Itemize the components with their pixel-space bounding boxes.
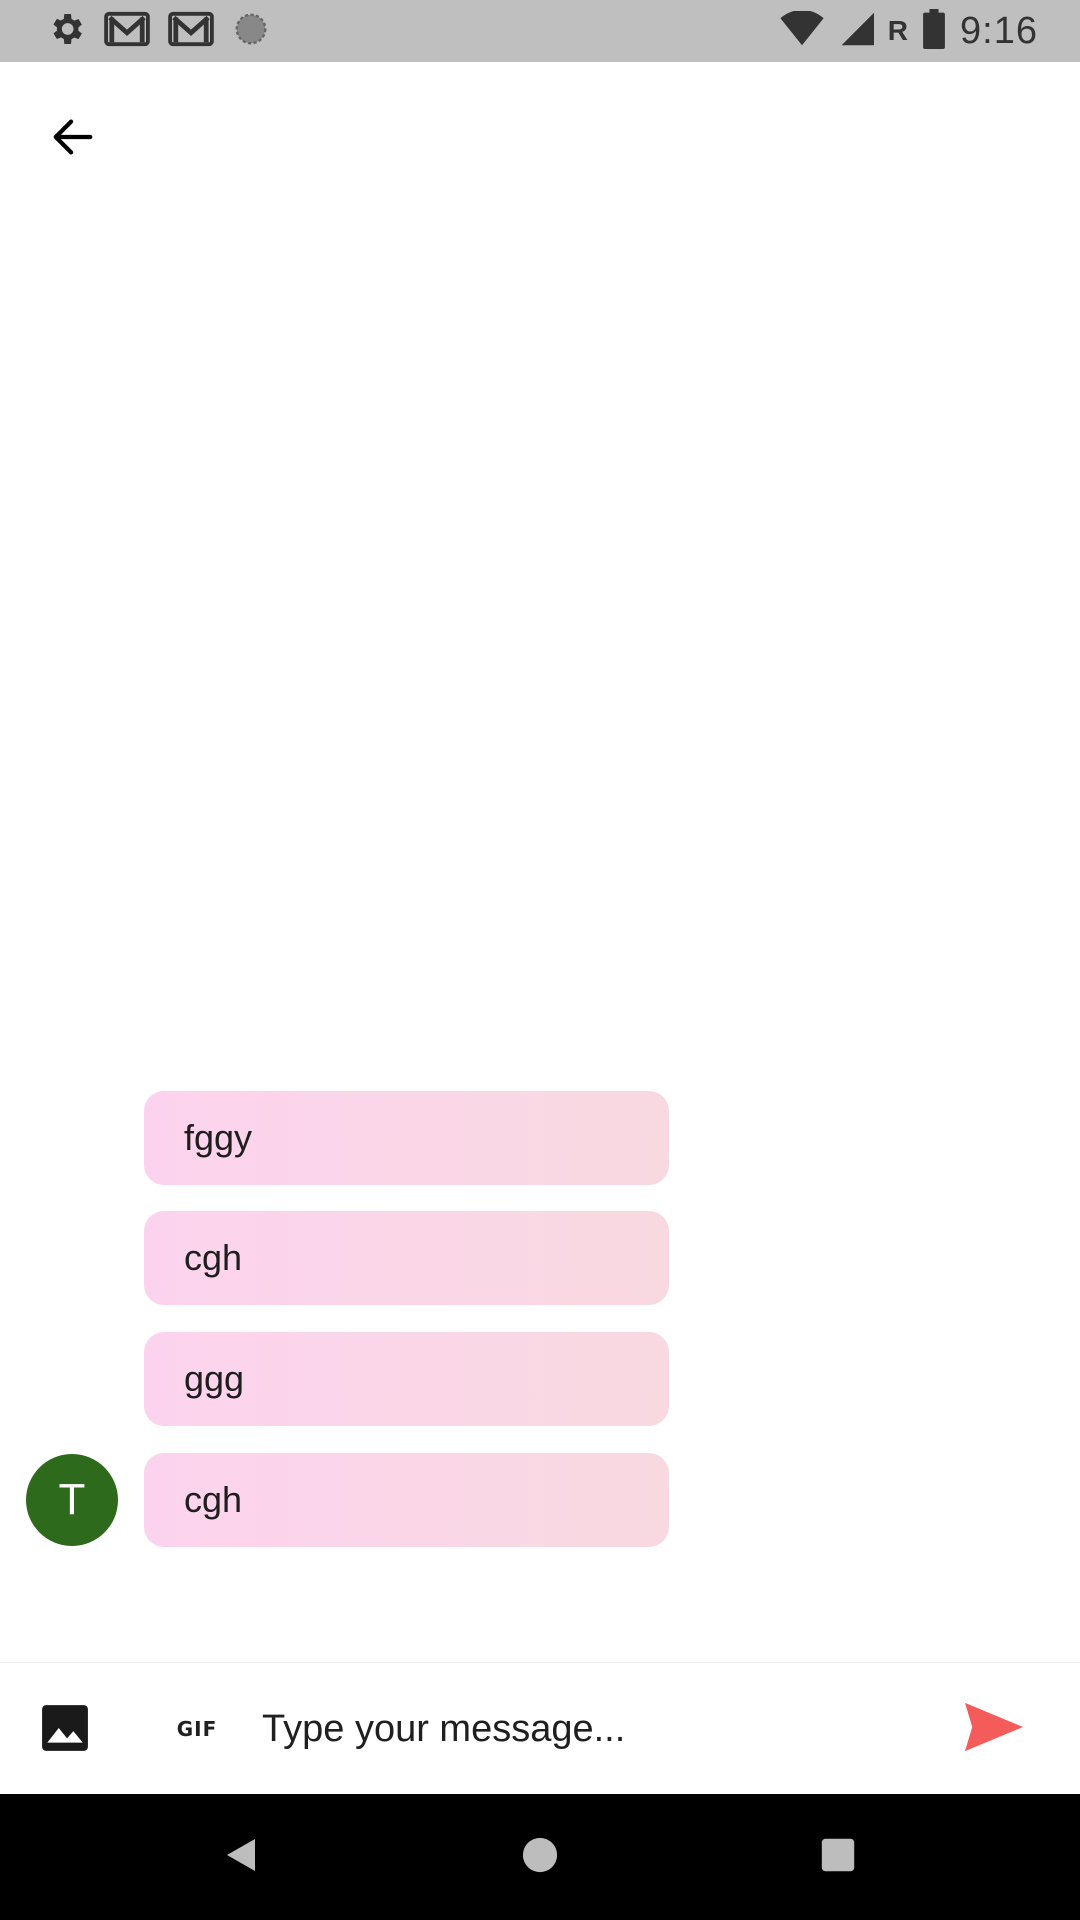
message-composer: GIF: [0, 1662, 1080, 1794]
message-text: cgh: [184, 1479, 243, 1520]
settings-icon: [46, 9, 86, 53]
message-bubble[interactable]: cgh: [144, 1211, 669, 1305]
back-button[interactable]: [38, 104, 108, 174]
wifi-icon: [780, 9, 824, 51]
avatar[interactable]: T: [26, 1454, 118, 1546]
message-text: ggg: [184, 1358, 245, 1399]
gif-button[interactable]: GIF: [166, 1703, 228, 1755]
gmail-icon: [104, 10, 150, 52]
gif-label: GIF: [176, 1717, 218, 1741]
attach-image-button[interactable]: [34, 1699, 96, 1761]
back-triangle-icon: [221, 1835, 261, 1879]
system-nav-bar: [0, 1794, 1080, 1920]
nav-back-button[interactable]: [208, 1824, 274, 1890]
network-type-label: R: [887, 15, 909, 46]
status-time: 9:16: [960, 9, 1038, 52]
message-bubble[interactable]: ggg: [144, 1332, 669, 1426]
message-input[interactable]: [262, 1691, 922, 1767]
send-button[interactable]: [962, 1699, 1026, 1759]
home-circle-icon: [521, 1836, 559, 1878]
message-list[interactable]: fggy cgh ggg T cgh: [0, 210, 1080, 1662]
message-text: fggy: [184, 1117, 253, 1158]
avatar-letter: T: [58, 1475, 86, 1524]
recents-square-icon: [820, 1837, 856, 1877]
battery-icon: [922, 9, 946, 53]
chat-header: [0, 62, 1080, 210]
arrow-back-icon: [48, 114, 98, 164]
signal-icon: [838, 11, 874, 51]
nav-home-button[interactable]: [507, 1824, 573, 1890]
message-text: cgh: [184, 1237, 243, 1278]
image-icon: [40, 1703, 90, 1757]
chat-screen: R 9:16 fggy cgh ggg T cgh GIF Type your …: [0, 0, 1080, 1920]
gmail-icon: [168, 10, 214, 52]
nav-recents-button[interactable]: [805, 1824, 871, 1890]
status-system: R 9:16: [766, 0, 1038, 62]
sync-icon: [232, 10, 270, 52]
send-icon: [965, 1702, 1023, 1756]
status-bar: R 9:16: [0, 0, 1080, 62]
message-bubble[interactable]: cgh: [144, 1453, 669, 1547]
message-bubble[interactable]: fggy: [144, 1091, 669, 1185]
status-notifications: [46, 0, 288, 62]
